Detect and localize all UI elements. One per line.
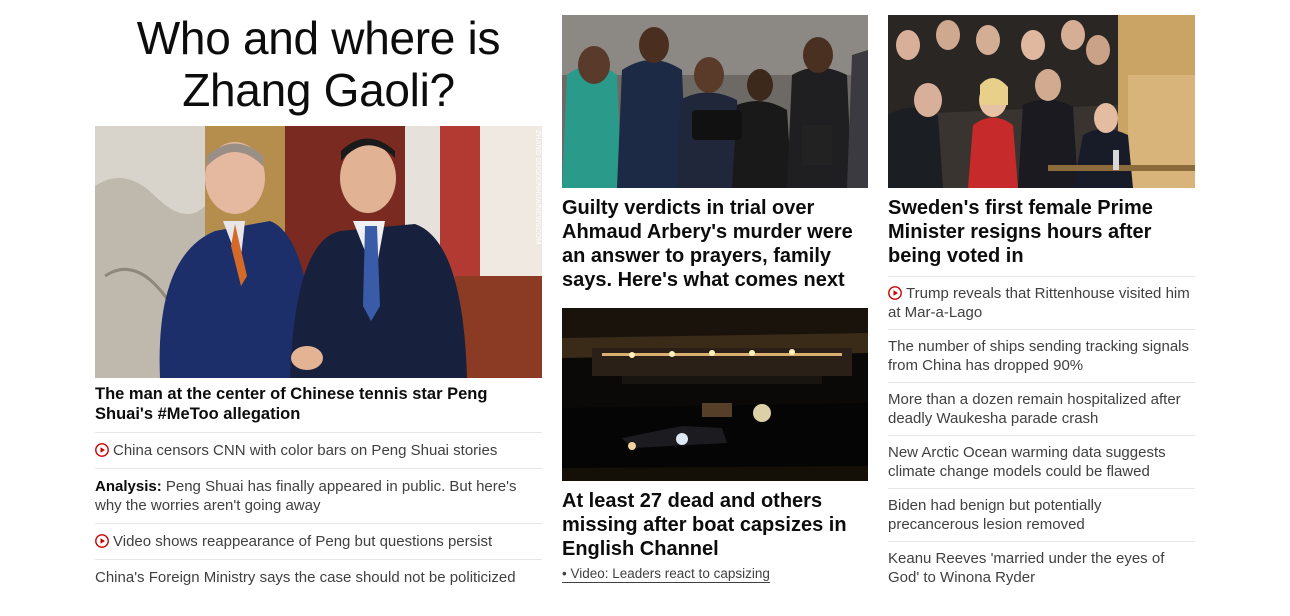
arbery-story-title[interactable]: Guilty verdicts in trial over Ahmaud Arb… (562, 196, 868, 292)
related-link-text: China's Foreign Ministry says the case s… (95, 569, 516, 586)
sweden-photo-image (888, 15, 1195, 188)
arbery-photo[interactable] (562, 15, 868, 188)
photo-credit: ZHANG DUO/XINHUA/NEWSCOM (534, 130, 541, 245)
sweden-story-title[interactable]: Sweden's first female Prime Minister res… (888, 196, 1195, 268)
lead-story-title[interactable]: The man at the center of Chinese tennis … (95, 384, 542, 433)
analysis-label: Analysis: (95, 478, 162, 495)
right-link-3[interactable]: More than a dozen remain hospitalized af… (888, 383, 1195, 436)
lead-headline[interactable]: Who and where is Zhang Gaoli? (95, 12, 542, 116)
play-circle-icon (95, 443, 109, 457)
lead-photo[interactable]: ZHANG DUO/XINHUA/NEWSCOM (95, 126, 542, 378)
lead-photo-image (95, 126, 542, 378)
channel-story-title[interactable]: At least 27 dead and others missing afte… (562, 489, 868, 561)
related-link-text: Video shows reappearance of Peng but que… (113, 533, 493, 550)
video-leaders-link[interactable]: • Video: Leaders react to capsizing (562, 566, 770, 583)
play-circle-icon (888, 286, 902, 300)
right-link-text: New Arctic Ocean warming data suggests c… (888, 444, 1166, 480)
lead-related-links: China censors CNN with color bars on Pen… (95, 433, 542, 595)
right-link-text: Keanu Reeves 'married under the eyes of … (888, 550, 1165, 586)
right-link-5[interactable]: Biden had benign but potentially precanc… (888, 489, 1195, 542)
related-link-1[interactable]: China censors CNN with color bars on Pen… (95, 433, 542, 469)
right-link-1[interactable]: Trump reveals that Rittenhouse visited h… (888, 277, 1195, 330)
right-link-text: The number of ships sending tracking sig… (888, 338, 1189, 374)
right-link-text: Biden had benign but potentially precanc… (888, 497, 1102, 533)
right-link-4[interactable]: New Arctic Ocean warming data suggests c… (888, 436, 1195, 489)
related-link-text: China censors CNN with color bars on Pen… (113, 442, 498, 459)
channel-photo-image (562, 308, 868, 481)
right-link-6[interactable]: Keanu Reeves 'married under the eyes of … (888, 542, 1195, 594)
right-related-links: Trump reveals that Rittenhouse visited h… (888, 276, 1195, 594)
related-link-4[interactable]: China's Foreign Ministry says the case s… (95, 560, 542, 595)
right-link-text: Trump reveals that Rittenhouse visited h… (888, 285, 1190, 321)
related-link-3[interactable]: Video shows reappearance of Peng but que… (95, 524, 542, 560)
right-link-text: More than a dozen remain hospitalized af… (888, 391, 1181, 427)
arbery-photo-image (562, 15, 868, 188)
sweden-photo[interactable] (888, 15, 1195, 188)
right-column: Sweden's first female Prime Minister res… (888, 0, 1195, 594)
right-link-2[interactable]: The number of ships sending tracking sig… (888, 330, 1195, 383)
middle-column: Guilty verdicts in trial over Ahmaud Arb… (562, 0, 868, 583)
channel-photo[interactable] (562, 308, 868, 481)
play-circle-icon (95, 534, 109, 548)
related-link-2[interactable]: Analysis: Peng Shuai has finally appeare… (95, 469, 542, 524)
lead-column: Who and where is Zhang Gaoli? ZHANG DUO/… (95, 0, 542, 595)
